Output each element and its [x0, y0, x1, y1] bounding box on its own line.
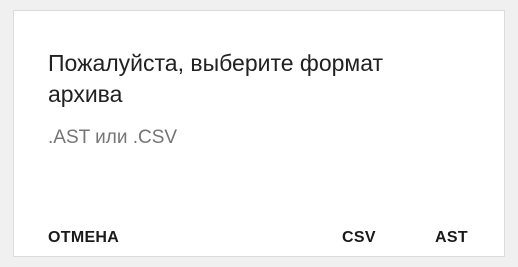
cancel-button[interactable]: ОТМЕНА [48, 226, 119, 250]
csv-button[interactable]: CSV [342, 226, 376, 250]
archive-format-dialog: Пожалуйста, выберите формат архива .AST … [13, 10, 505, 257]
dialog-actions: ОТМЕНА CSV AST [14, 226, 506, 256]
dialog-subtitle: .AST или .CSV [48, 127, 178, 148]
dialog-title: Пожалуйста, выберите формат архива [48, 50, 384, 107]
ast-button[interactable]: AST [435, 226, 468, 250]
